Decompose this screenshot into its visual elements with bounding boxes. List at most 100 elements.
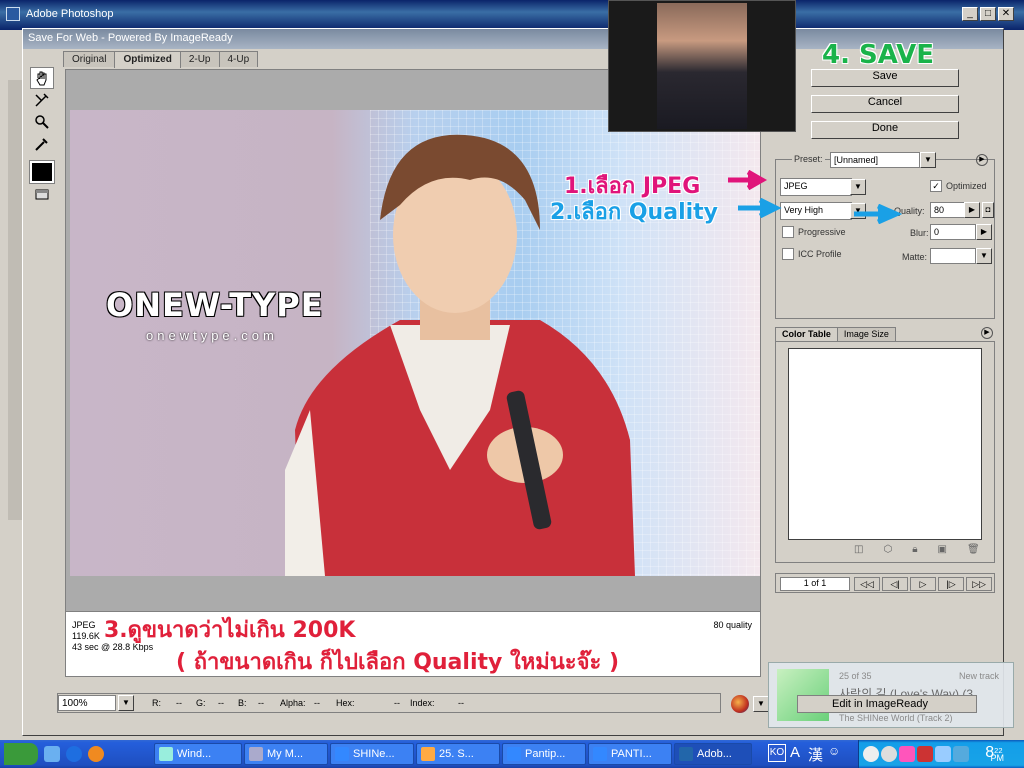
tray-antivirus-icon[interactable] (917, 746, 933, 762)
annotation-step-4: 4. SAVE (822, 40, 934, 70)
internet-explorer-icon[interactable] (66, 746, 82, 762)
zoom-tool-icon[interactable] (30, 111, 54, 133)
lock-color-icon[interactable]: 🔒︎ (912, 544, 917, 555)
color-table-swatches[interactable] (788, 348, 982, 540)
preset-label: Preset: (792, 154, 825, 164)
blur-slider-arrow-icon[interactable]: ▶ (976, 224, 992, 240)
web-shift-icon[interactable]: ⬡ (883, 544, 892, 555)
animation-controls: 1 of 1 ◁◁ ◁| ▷ |▷ ▷▷ (775, 573, 995, 593)
tray-volume-icon[interactable] (953, 746, 969, 762)
show-desktop-icon[interactable] (44, 746, 60, 762)
tray-network-icon[interactable] (935, 746, 951, 762)
media-thumbnail-window (608, 0, 796, 132)
my-computer-icon (249, 747, 263, 761)
taskbar-item-my-computer[interactable]: My M... (244, 743, 328, 765)
taskbar-item-label: PANTI... (611, 748, 652, 760)
taskbar: Wind... My M... SHINe... 25. S... Pantip… (0, 740, 1024, 768)
tab-optimized[interactable]: Optimized (114, 51, 181, 68)
taskbar-item-photoshop[interactable]: Adob... (674, 743, 752, 765)
tab-original[interactable]: Original (63, 51, 116, 67)
quality-preset-select[interactable]: Very High (780, 202, 852, 220)
delete-color-icon[interactable]: 🗑︎ (967, 544, 980, 555)
eyedropper-color-swatch[interactable] (29, 160, 55, 184)
taskbar-item-label: 25. S... (439, 748, 474, 760)
color-table-panel: ◫ ⬡ 🔒︎ ▣ 🗑︎ (775, 341, 995, 563)
save-button[interactable]: Save (811, 69, 959, 87)
ime-hanja-icon[interactable]: 漢 (808, 744, 823, 765)
tray-media-icon[interactable] (881, 746, 897, 762)
zoom-level-field[interactable]: 100% (58, 695, 116, 711)
annotation-arrow-3 (854, 204, 902, 224)
color-table-menu-icon[interactable]: ▶ (981, 327, 993, 339)
firefox-icon[interactable] (88, 746, 104, 762)
browser-icon (335, 747, 349, 761)
image-canvas[interactable]: ONEW-TYPE onewtype.com (65, 69, 761, 619)
quality-mask-icon[interactable]: ◘ (982, 202, 994, 218)
taskbar-item-label: Wind... (177, 748, 212, 760)
readout-r-label: R: (152, 698, 161, 708)
done-button[interactable]: Done (811, 121, 959, 139)
eyedropper-tool-icon[interactable] (30, 133, 54, 155)
preset-dropdown-icon[interactable]: ▼ (920, 152, 936, 168)
quality-slider-arrow-icon[interactable]: ▶ (964, 202, 980, 218)
taskbar-item-track[interactable]: 25. S... (416, 743, 500, 765)
edit-in-imageready-button[interactable]: Edit in ImageReady (797, 695, 977, 713)
previous-frame-icon[interactable]: ◁| (882, 577, 908, 591)
tray-app-icon[interactable] (899, 746, 915, 762)
language-indicator[interactable]: KO (768, 744, 786, 762)
settings-menu-icon[interactable]: ▶ (976, 154, 988, 166)
matte-dropdown-icon[interactable]: ▼ (976, 248, 992, 264)
taskbar-item-pantip-1[interactable]: Pantip... (502, 743, 586, 765)
close-button[interactable]: ✕ (998, 7, 1014, 21)
play-icon[interactable]: ▷ (910, 577, 936, 591)
icc-profile-checkbox[interactable] (782, 248, 794, 260)
tab-4-up[interactable]: 4-Up (218, 51, 259, 67)
progressive-checkbox[interactable] (782, 226, 794, 238)
tab-color-table[interactable]: Color Table (775, 327, 838, 341)
format-dropdown-icon[interactable]: ▼ (850, 179, 866, 195)
browser-icon (507, 747, 521, 761)
zoom-dropdown-icon[interactable]: ▼ (118, 695, 134, 711)
next-frame-icon[interactable]: |▷ (938, 577, 964, 591)
matte-select[interactable] (930, 248, 976, 264)
hand-tool-icon[interactable] (30, 67, 54, 89)
preset-select[interactable]: [Unnamed] (830, 152, 920, 168)
media-player-notification[interactable]: 25 of 35 New track 사랑의 길 (Love's Way) (3… (768, 662, 1014, 728)
maximize-button[interactable]: □ (980, 7, 996, 21)
start-button[interactable] (4, 743, 38, 765)
minimize-button[interactable]: _ (962, 7, 978, 21)
browser-preview-dropdown-icon[interactable]: ▼ (753, 696, 769, 712)
tray-clock-icon[interactable] (863, 746, 879, 762)
annotation-step-3-note: ( ถ้าขนาดเกิน ก็ไปเลือก Quality ใหม่นะจ๊… (176, 650, 620, 675)
format-select[interactable]: JPEG (780, 178, 852, 196)
ime-settings-icon[interactable]: ☺ (828, 744, 840, 758)
clock[interactable]: 822PM (985, 744, 1016, 763)
quality-input[interactable]: 80 (930, 202, 966, 218)
first-frame-icon[interactable]: ◁◁ (854, 577, 880, 591)
color-table-actions: ◫ ⬡ 🔒︎ ▣ 🗑︎ (854, 544, 980, 555)
optimized-checkbox[interactable]: ✓ (930, 180, 942, 192)
readout-alpha-label: Alpha: (280, 698, 306, 708)
quick-launch (44, 746, 104, 762)
readout-hex-label: Hex: (336, 698, 355, 708)
tab-2-up[interactable]: 2-Up (179, 51, 220, 67)
watermark-logo: ONEW-TYPE (106, 286, 324, 324)
tab-image-size[interactable]: Image Size (836, 327, 896, 341)
cancel-button[interactable]: Cancel (811, 95, 959, 113)
annotation-arrow-1 (728, 170, 768, 190)
taskbar-item-windows[interactable]: Wind... (154, 743, 242, 765)
system-tray: 822PM (858, 740, 1024, 768)
app-title: Adobe Photoshop (26, 8, 114, 20)
last-frame-icon[interactable]: ▷▷ (966, 577, 992, 591)
slice-select-tool-icon[interactable] (30, 89, 54, 111)
toggle-slices-icon[interactable] (30, 183, 54, 205)
new-color-icon[interactable]: ▣ (938, 544, 947, 555)
map-transparency-icon[interactable]: ◫ (854, 544, 863, 555)
blur-input[interactable]: 0 (930, 224, 976, 240)
readout-hex-value: -- (394, 698, 400, 708)
ime-alpha-icon[interactable]: A (790, 744, 800, 761)
taskbar-item-shinee[interactable]: SHINe... (330, 743, 414, 765)
browser-preview-icon[interactable] (731, 695, 749, 713)
taskbar-item-pantip-2[interactable]: PANTI... (588, 743, 672, 765)
dialog-toolbar (27, 67, 57, 217)
